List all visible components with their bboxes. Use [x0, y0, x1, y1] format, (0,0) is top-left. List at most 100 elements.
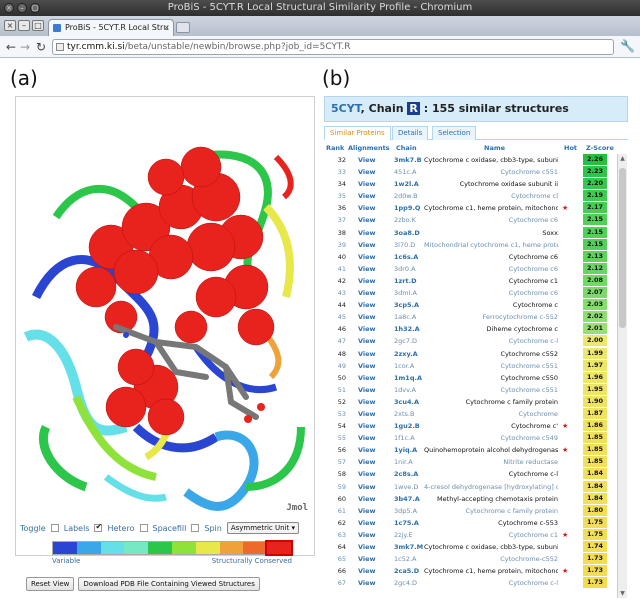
table-row[interactable]: 41 View 3dr0.A Cytochrome c6 2.12	[324, 262, 616, 275]
view-link[interactable]: View	[358, 202, 376, 214]
table-row[interactable]: 58 View 2c8s.A Cytochrome c-l 1.84	[324, 468, 616, 480]
spin-checkbox[interactable]	[191, 524, 200, 532]
view-link[interactable]: View	[358, 553, 376, 565]
view-link[interactable]: View	[358, 372, 376, 384]
row-chain-link[interactable]: 3cu4.A	[394, 396, 422, 408]
row-chain-link[interactable]: 2gc7.D	[394, 335, 422, 347]
table-row[interactable]: 35 View 2d0w.B Cytochrome cl 2.19	[324, 190, 616, 202]
table-row[interactable]: 40 View 1c6s.A Cytochrome c6 2.13	[324, 250, 616, 263]
table-row[interactable]: 53 View 2xts.B Cytochrome 1.87	[324, 407, 616, 420]
table-row[interactable]: 64 View 3mk7.M Cytochrome c oxidase, cbb3-t…	[324, 541, 616, 553]
row-chain-link[interactable]: 1h32.A	[394, 323, 422, 335]
results-scrollbar[interactable]: ▲ ▼	[617, 154, 627, 598]
row-chain-link[interactable]: 3dr0.A	[394, 263, 422, 275]
view-link[interactable]: View	[358, 468, 376, 480]
view-link[interactable]: View	[358, 323, 376, 335]
row-chain-link[interactable]: 1m1q.A	[394, 372, 422, 384]
table-row[interactable]: 43 View 3dmi.A Cytochrome c6 2.07	[324, 287, 616, 299]
row-chain-link[interactable]: 1dvv.A	[394, 384, 422, 396]
view-link[interactable]: View	[358, 577, 376, 589]
view-link[interactable]: View	[358, 529, 376, 541]
view-link[interactable]: View	[358, 456, 376, 468]
view-link[interactable]: View	[358, 481, 376, 493]
col-zscore[interactable]: Z-Score	[586, 144, 614, 152]
view-link[interactable]: View	[358, 311, 376, 323]
table-row[interactable]: 38 View 3oa8.D Soxx 2.15	[324, 226, 616, 239]
row-chain-link[interactable]: 3dp5.A	[394, 505, 422, 517]
view-link[interactable]: View	[358, 348, 376, 360]
col-chain[interactable]: Chain	[396, 144, 417, 152]
col-hot[interactable]: Hot	[564, 144, 577, 152]
table-row[interactable]: 49 View 1cor.A Cytochrome c551 1.97	[324, 359, 616, 372]
table-row[interactable]: 50 View 1m1q.A Cytochrome c550 1.96	[324, 371, 616, 384]
row-chain-link[interactable]: 3mk7.M	[394, 541, 423, 553]
reset-view-button[interactable]: Reset View	[26, 577, 75, 591]
row-chain-link[interactable]: 1zrt.D	[394, 275, 422, 287]
wrench-menu-icon[interactable]: 🔧	[620, 39, 635, 53]
row-chain-link[interactable]: 1pp9.Q	[394, 202, 422, 214]
view-link[interactable]: View	[358, 420, 376, 432]
tab-selection[interactable]: Selection	[432, 126, 477, 140]
view-link[interactable]: View	[358, 444, 376, 456]
row-chain-link[interactable]: 3cp5.A	[394, 299, 422, 311]
row-chain-link[interactable]: 1yiq.A	[394, 444, 422, 456]
row-chain-link[interactable]: 2d0w.B	[394, 190, 422, 202]
view-link[interactable]: View	[358, 251, 376, 263]
back-icon[interactable]: ←	[6, 39, 16, 55]
view-link[interactable]: View	[358, 384, 376, 396]
reload-icon[interactable]: ↻	[36, 39, 46, 55]
row-chain-link[interactable]: 1c6s.A	[394, 251, 422, 263]
row-chain-link[interactable]: 1cor.A	[394, 360, 422, 372]
table-row[interactable]: 47 View 2gc7.D Cytochrome c-l 2.00	[324, 335, 616, 347]
scrollbar-thumb[interactable]	[619, 168, 626, 328]
view-link[interactable]: View	[358, 360, 376, 372]
col-rank[interactable]: Rank	[326, 144, 344, 152]
row-chain-link[interactable]: 2gc4.D	[394, 577, 422, 589]
table-row[interactable]: 32 View 3mk7.B Cytochrome c oxidase, cbb3-t…	[324, 154, 616, 166]
row-chain-link[interactable]: 1c52.A	[394, 553, 422, 565]
row-chain-link[interactable]: 2zjy.E	[394, 529, 422, 541]
view-link[interactable]: View	[358, 541, 376, 553]
row-chain-link[interactable]: 1a8c.A	[394, 311, 422, 323]
forward-icon[interactable]: →	[20, 39, 30, 55]
table-row[interactable]: 54 View 1gu2.B Cytochrome c' ★ 1.86	[324, 420, 616, 432]
view-link[interactable]: View	[358, 493, 376, 505]
browser-tab[interactable]: ProBiS - 5CYT.R Local Stru ×	[48, 19, 174, 36]
address-bar[interactable]: tyr.cmm.ki.si/beta/unstable/newbin/brows…	[52, 39, 614, 55]
view-link[interactable]: View	[358, 335, 376, 347]
view-link[interactable]: View	[358, 396, 376, 408]
table-row[interactable]: 44 View 3cp5.A Cytochrome c 2.03	[324, 299, 616, 311]
row-chain-link[interactable]: 2zbo.K	[394, 214, 422, 226]
row-chain-link[interactable]: 3oa8.D	[394, 227, 422, 239]
table-row[interactable]: 33 View 451c.A Cytochrome c551 2.23	[324, 166, 616, 178]
table-row[interactable]: 62 View 1c75.A Cytochrome c-553 1.75	[324, 516, 616, 529]
labels-checkbox[interactable]	[50, 524, 59, 532]
table-row[interactable]: 61 View 3dp5.A Cytochrome c family protein 1…	[324, 504, 616, 517]
table-row[interactable]: 46 View 1h32.A Diheme cytochrome c 2.01	[324, 323, 616, 335]
download-pdb-button[interactable]: Download PDB File Containing Viewed Stru…	[78, 577, 260, 591]
row-chain-link[interactable]: 2zxy.A	[394, 348, 422, 360]
view-link[interactable]: View	[358, 408, 376, 420]
view-link[interactable]: View	[358, 263, 376, 275]
view-link[interactable]: View	[358, 239, 376, 251]
table-row[interactable]: 66 View 2ca5.D Cytochrome c1, heme protein,…	[324, 565, 616, 577]
view-link[interactable]: View	[358, 299, 376, 311]
row-chain-link[interactable]: 3mk7.B	[394, 154, 422, 166]
row-chain-link[interactable]: 3b47.A	[394, 493, 422, 505]
view-link[interactable]: View	[358, 565, 376, 577]
scroll-down-icon[interactable]: ▼	[618, 589, 627, 598]
view-link[interactable]: View	[358, 505, 376, 517]
view-link[interactable]: View	[358, 517, 376, 529]
table-row[interactable]: 42 View 1zrt.D Cytochrome c1 2.08	[324, 274, 616, 287]
view-link[interactable]: View	[358, 432, 376, 444]
row-chain-link[interactable]: 451c.A	[394, 166, 422, 178]
table-row[interactable]: 48 View 2zxy.A Cytochrome c552 1.99	[324, 347, 616, 360]
view-link[interactable]: View	[358, 287, 376, 299]
table-row[interactable]: 39 View 3l70.D Mitochondrial cytochrome c1,…	[324, 238, 616, 251]
table-row[interactable]: 60 View 3b47.A Methyl-accepting chemotaxis …	[324, 492, 616, 505]
row-chain-link[interactable]: 1f1c.A	[394, 432, 422, 444]
table-row[interactable]: 34 View 1w2l.A Cytochrome oxidase subunit i…	[324, 178, 616, 190]
view-link[interactable]: View	[358, 275, 376, 287]
table-row[interactable]: 52 View 3cu4.A Cytochrome c family protein 1…	[324, 395, 616, 408]
tab-close-icon[interactable]: ×	[163, 20, 170, 35]
